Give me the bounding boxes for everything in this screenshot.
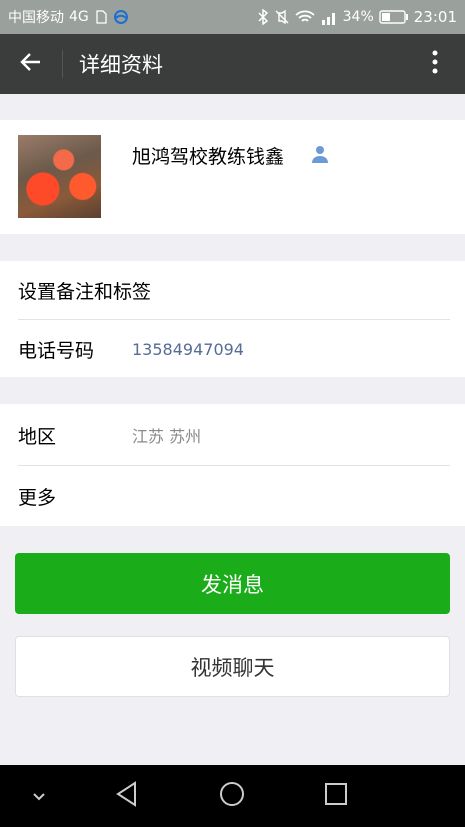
more-vertical-icon — [432, 50, 438, 78]
mute-icon — [274, 9, 290, 25]
more-row[interactable]: 更多 — [18, 467, 465, 525]
top-bar: 详细资料 — [0, 34, 465, 94]
back-triangle-icon — [115, 781, 139, 811]
video-chat-button[interactable]: 视频聊天 — [15, 636, 450, 697]
navigation-bar — [0, 765, 465, 827]
back-arrow-icon — [20, 52, 42, 76]
china-mobile-icon — [113, 9, 129, 25]
avatar[interactable] — [18, 135, 101, 218]
remark-tag-row[interactable]: 设置备注和标签 — [18, 261, 465, 319]
contact-name: 旭鸿驾校教练钱鑫 — [132, 146, 285, 168]
carrier-label: 中国移动 — [8, 10, 64, 26]
contact-info-section: 设置备注和标签 电话号码 13584947094 — [0, 261, 465, 377]
network-label: 4G — [69, 9, 89, 25]
profile-card: 旭鸿驾校教练钱鑫 — [0, 120, 465, 234]
page-title: 详细资料 — [79, 53, 163, 77]
contact-person-icon — [310, 144, 330, 168]
region-value: 江苏 苏州 — [132, 427, 202, 446]
battery-icon — [379, 10, 409, 24]
row-divider — [18, 465, 450, 466]
more-label: 更多 — [18, 486, 57, 509]
chevron-down-icon — [32, 787, 46, 806]
phone-label: 电话号码 — [18, 339, 95, 362]
status-bar: 中国移动 4G 34% 23:01 — [0, 0, 465, 34]
region-label: 地区 — [18, 425, 57, 448]
clock: 23:01 — [413, 8, 457, 26]
remark-tag-label: 设置备注和标签 — [18, 280, 152, 303]
phone-number-link[interactable]: 13584947094 — [132, 340, 244, 359]
nav-back-button[interactable] — [112, 781, 142, 811]
send-message-button[interactable]: 发消息 — [15, 553, 450, 614]
phone-row: 电话号码 13584947094 — [18, 320, 465, 378]
home-circle-icon — [219, 781, 245, 811]
header-divider — [62, 50, 63, 78]
more-options-button[interactable] — [405, 34, 465, 94]
extra-info-section: 地区 江苏 苏州 更多 — [0, 404, 465, 526]
battery-percent: 34% — [342, 9, 374, 25]
hide-keyboard-button[interactable] — [28, 786, 50, 806]
region-row: 地区 江苏 苏州 — [18, 406, 465, 464]
sim-icon — [94, 10, 108, 24]
recents-square-icon — [324, 782, 348, 810]
nav-home-button[interactable] — [217, 781, 247, 811]
wifi-icon — [295, 9, 315, 25]
back-button[interactable] — [0, 34, 62, 94]
bluetooth-icon — [258, 9, 269, 25]
signal-4g-icon — [320, 9, 338, 25]
nav-recents-button[interactable] — [321, 781, 351, 811]
